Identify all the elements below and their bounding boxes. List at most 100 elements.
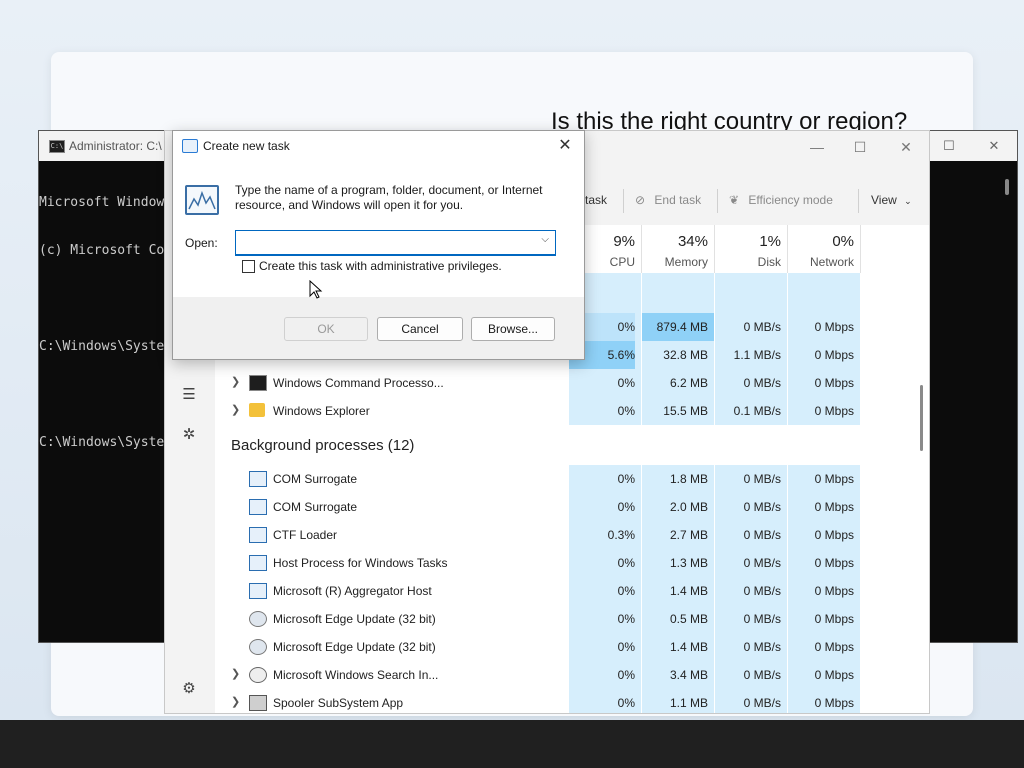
process-name: Host Process for Windows Tasks xyxy=(273,556,448,570)
minimize-icon[interactable]: — xyxy=(805,137,829,157)
cancel-button[interactable]: Cancel xyxy=(377,317,463,341)
close-icon[interactable]: ✕ xyxy=(982,136,1006,156)
disk-cell: 0 MB/s xyxy=(743,500,781,514)
create-new-task-dialog[interactable]: Create new task ✕ Type the name of a pro… xyxy=(172,130,585,360)
checkbox-box[interactable] xyxy=(242,260,255,273)
table-row[interactable]: Microsoft Edge Update (32 bit) 0% 0.5 MB… xyxy=(215,605,915,633)
close-icon[interactable]: ✕ xyxy=(894,137,918,157)
disk-cell: 0 MB/s xyxy=(743,556,781,570)
printer-icon xyxy=(249,695,267,711)
memory-column-header[interactable]: 34% Memory xyxy=(642,225,714,273)
mouse-pointer-icon xyxy=(309,280,323,299)
ok-button[interactable]: OK xyxy=(284,317,368,341)
end-task-button[interactable]: ⊘ End task xyxy=(635,193,701,207)
folder-icon xyxy=(249,403,265,417)
process-name: Windows Explorer xyxy=(273,404,370,418)
close-icon[interactable]: ✕ xyxy=(554,135,576,157)
process-name: Spooler SubSystem App xyxy=(273,696,404,710)
memory-cell: 32.8 MB xyxy=(663,348,708,362)
memory-cell: 879.4 MB xyxy=(642,313,714,341)
leaf-icon: ❦ xyxy=(729,193,740,207)
memory-cell: 2.0 MB xyxy=(669,500,708,514)
chevron-right-icon[interactable]: ❯ xyxy=(231,403,240,416)
process-list-scrollbar[interactable] xyxy=(920,385,923,451)
chevron-right-icon[interactable]: ❯ xyxy=(231,667,240,680)
memory-cell: 1.4 MB xyxy=(669,584,708,598)
network-cell: 0 Mbps xyxy=(814,500,854,514)
cpu-cell: 0.3% xyxy=(607,528,635,542)
disk-cell: 0 MB/s xyxy=(743,320,781,334)
network-cell: 0 Mbps xyxy=(814,668,854,682)
maximize-icon[interactable]: ☐ xyxy=(937,136,961,156)
table-row[interactable]: COM Surrogate 0% 1.8 MB 0 MB/s 0 Mbps xyxy=(215,465,915,493)
services-puzzle-icon[interactable]: ✲ xyxy=(179,425,199,445)
table-row[interactable]: Microsoft Edge Update (32 bit) 0% 1.4 MB… xyxy=(215,633,915,661)
view-menu-button[interactable]: View ⌄ xyxy=(871,193,912,207)
table-row[interactable]: Host Process for Windows Tasks 0% 1.3 MB… xyxy=(215,549,915,577)
dialog-title: Create new task xyxy=(203,139,290,153)
run-icon xyxy=(182,139,198,153)
cpu-cell: 0% xyxy=(617,668,635,682)
cpu-cell: 0% xyxy=(617,472,635,486)
memory-cell: 0.5 MB xyxy=(669,612,708,626)
process-name: Windows Command Processo... xyxy=(273,376,444,390)
chevron-right-icon[interactable]: ❯ xyxy=(231,695,240,708)
maximize-icon[interactable]: ☐ xyxy=(848,137,872,157)
table-row[interactable]: ❯ Windows Explorer 0% 15.5 MB 0.1 MB/s 0… xyxy=(215,397,915,425)
search-indexer-icon xyxy=(249,667,267,683)
chevron-down-icon[interactable]: ⌵ xyxy=(541,234,549,245)
network-cell: 0 Mbps xyxy=(814,640,854,654)
section-gap xyxy=(569,425,860,465)
table-row[interactable]: CTF Loader 0.3% 2.7 MB 0 MB/s 0 Mbps xyxy=(215,521,915,549)
network-cell: 0 Mbps xyxy=(814,584,854,598)
efficiency-mode-button[interactable]: ❦ Efficiency mode xyxy=(729,193,833,207)
disk-total: 1% xyxy=(759,233,781,250)
cpu-cell: 0% xyxy=(617,556,635,570)
network-cell: 0 Mbps xyxy=(814,472,854,486)
open-input[interactable] xyxy=(240,233,530,251)
open-label: Open: xyxy=(185,236,218,250)
browse-button[interactable]: Browse... xyxy=(471,317,555,341)
process-name: Microsoft Edge Update (32 bit) xyxy=(273,612,436,626)
process-name: Microsoft (R) Aggregator Host xyxy=(273,584,432,598)
disk-cell: 0 MB/s xyxy=(743,376,781,390)
table-row[interactable]: ❯ Spooler SubSystem App 0% 1.1 MB 0 MB/s… xyxy=(215,689,915,713)
cmd-scrollbar[interactable] xyxy=(1005,179,1009,195)
network-column-header[interactable]: 0% Network xyxy=(788,225,860,273)
edge-update-icon xyxy=(249,611,267,627)
details-list-icon[interactable]: ☰ xyxy=(179,385,199,405)
block-icon: ⊘ xyxy=(635,193,646,207)
memory-total: 34% xyxy=(677,233,708,250)
admin-privileges-label[interactable]: Create this task with administrative pri… xyxy=(259,259,502,273)
waveform-icon xyxy=(188,190,216,210)
background-processes-heading[interactable]: Background processes (12) xyxy=(231,437,414,454)
process-window-icon xyxy=(249,583,267,599)
table-row[interactable]: Microsoft (R) Aggregator Host 0% 1.4 MB … xyxy=(215,577,915,605)
dialog-footer: OK Cancel Browse... xyxy=(173,297,584,359)
process-window-icon xyxy=(249,471,267,487)
table-row[interactable]: ❯ Windows Command Processo... 0% 6.2 MB … xyxy=(215,369,915,397)
disk-cell: 0 MB/s xyxy=(743,528,781,542)
settings-gear-icon[interactable]: ⚙ xyxy=(179,679,199,699)
disk-column-header[interactable]: 1% Disk xyxy=(715,225,787,273)
table-row[interactable]: ❯ Microsoft Windows Search In... 0% 3.4 … xyxy=(215,661,915,689)
dialog-titlebar[interactable]: Create new task ✕ xyxy=(173,131,584,161)
dialog-description: Type the name of a program, folder, docu… xyxy=(235,183,543,212)
open-combobox[interactable]: ⌵ xyxy=(235,230,556,256)
disk-cell: 0 MB/s xyxy=(743,612,781,626)
header-divider xyxy=(860,225,861,273)
network-cell: 0 Mbps xyxy=(814,376,854,390)
view-label: View xyxy=(871,193,897,207)
table-row[interactable]: COM Surrogate 0% 2.0 MB 0 MB/s 0 Mbps xyxy=(215,493,915,521)
run-new-task-button[interactable]: task xyxy=(585,193,607,207)
efficiency-mode-label: Efficiency mode xyxy=(748,193,833,207)
cpu-cell: 0% xyxy=(617,612,635,626)
cmd-app-icon: C:\ xyxy=(49,140,65,153)
toolbar-divider xyxy=(858,189,859,213)
end-task-label: End task xyxy=(654,193,702,207)
network-cell: 0 Mbps xyxy=(814,528,854,542)
chevron-right-icon[interactable]: ❯ xyxy=(231,375,240,388)
memory-cell: 1.8 MB xyxy=(669,472,708,486)
memory-cell: 6.2 MB xyxy=(669,376,708,390)
memory-cell: 1.3 MB xyxy=(669,556,708,570)
